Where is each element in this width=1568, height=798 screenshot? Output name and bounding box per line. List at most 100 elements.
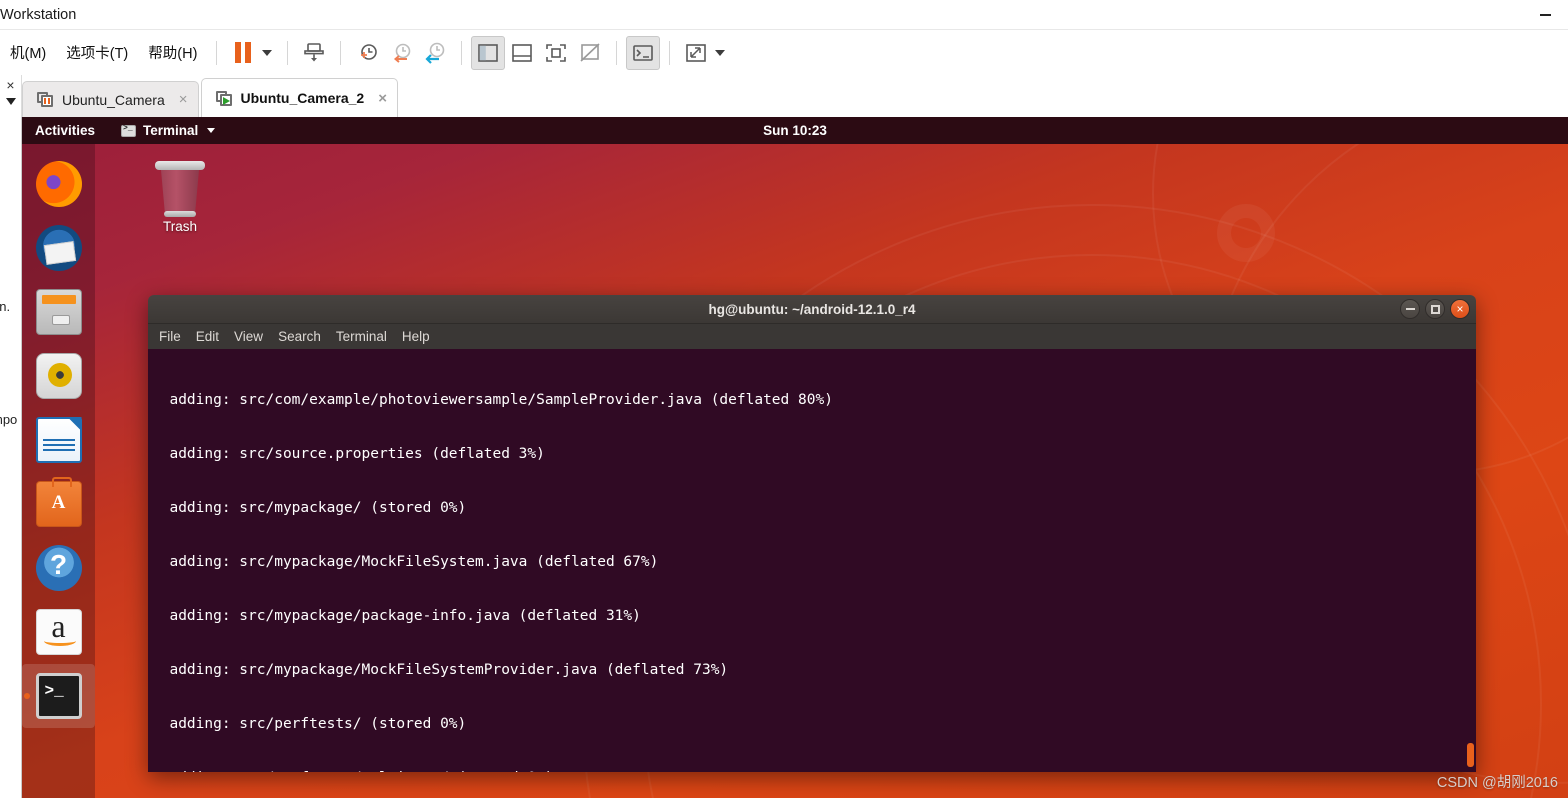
- show-library-button[interactable]: [471, 35, 506, 70]
- background-text-fragment: mpo: [0, 412, 18, 427]
- close-icon[interactable]: ×: [378, 90, 387, 107]
- dock-item-amazon[interactable]: [22, 600, 95, 664]
- vm-tab-ubuntu-camera[interactable]: Ubuntu_Camera ×: [22, 81, 199, 117]
- chevron-down-icon[interactable]: [715, 49, 726, 56]
- vmware-window-controls: [1522, 0, 1568, 29]
- terminal-titlebar[interactable]: hg@ubuntu: ~/android-12.1.0_r4 ×: [148, 295, 1476, 324]
- clock-wrench-icon: [425, 42, 445, 64]
- close-icon[interactable]: ×: [179, 91, 188, 108]
- vm-tab-label: Ubuntu_Camera_2: [240, 90, 365, 106]
- chevron-down-icon[interactable]: [262, 49, 273, 56]
- fullscreen-button[interactable]: [539, 36, 573, 70]
- vmware-window-title: Workstation: [0, 6, 77, 23]
- terminal-menu-file[interactable]: File: [159, 329, 181, 344]
- menu-tabs[interactable]: 选项卡(T): [56, 38, 138, 67]
- terminal-line: adding: src/mypackage/ (stored 0%): [152, 500, 467, 516]
- ubuntu-clock[interactable]: Sun 10:23: [22, 123, 1568, 138]
- console-prompt-icon: [633, 44, 654, 61]
- terminal-window: hg@ubuntu: ~/android-12.1.0_r4 × File Ed…: [148, 295, 1476, 772]
- terminal-line: adding: src/source.properties (deflated …: [152, 446, 545, 462]
- dock-item-rhythmbox[interactable]: [22, 344, 95, 408]
- console-view-button[interactable]: [626, 35, 661, 70]
- ubuntu-desktop: Trash A ? a >_ hg@ubuntu: ~/android-12.1…: [22, 144, 1568, 798]
- expand-diagonal-icon: [686, 43, 707, 62]
- terminal-line: adding: src/perftests/multiuser/ (stored…: [152, 769, 1476, 772]
- terminal-line: adding: src/perftests/ (stored 0%): [152, 716, 467, 732]
- vm-suspended-icon: [37, 92, 54, 107]
- terminal-scrollbar[interactable]: [1467, 351, 1474, 770]
- terminal-menu-edit[interactable]: Edit: [196, 329, 219, 344]
- toolbar-divider: [287, 40, 289, 65]
- terminal-icon: [35, 673, 82, 719]
- show-thumbnail-bar-button[interactable]: [505, 36, 539, 70]
- stretch-guest-button[interactable]: [679, 36, 713, 70]
- bottom-panel-icon: [512, 43, 533, 62]
- snapshot-button[interactable]: [297, 36, 331, 70]
- ubuntu-top-bar: Activities Terminal Sun 10:23: [22, 117, 1568, 144]
- suspend-button[interactable]: [226, 36, 260, 70]
- desktop-icon-trash[interactable]: Trash: [132, 161, 228, 234]
- close-button[interactable]: ×: [1450, 299, 1470, 319]
- terminal-window-title: hg@ubuntu: ~/android-12.1.0_r4: [708, 301, 916, 317]
- vm-tab-ubuntu-camera-2[interactable]: Ubuntu_Camera_2 ×: [200, 78, 398, 117]
- snapshot-icon: [304, 42, 325, 61]
- maximize-button[interactable]: [1425, 299, 1445, 319]
- firefox-icon: [35, 161, 82, 207]
- dock-item-help[interactable]: [22, 536, 95, 600]
- vmware-minimize-button[interactable]: [1522, 0, 1568, 29]
- menu-machine[interactable]: 机(M): [0, 38, 56, 67]
- terminal-menu-view[interactable]: View: [234, 329, 263, 344]
- take-snapshot-button[interactable]: [350, 36, 384, 70]
- terminal-line: adding: src/mypackage/MockFileSystem.jav…: [152, 554, 659, 570]
- dock-item-firefox[interactable]: [22, 152, 95, 216]
- system-status-menu[interactable]: [1544, 121, 1562, 139]
- menu-help[interactable]: 帮助(H): [138, 38, 207, 67]
- files-icon: [35, 289, 82, 335]
- pause-icon: [235, 42, 252, 63]
- terminal-menubar: File Edit View Search Terminal Help: [148, 324, 1476, 349]
- unity-mode-button[interactable]: [573, 36, 607, 70]
- minimize-button[interactable]: [1400, 299, 1420, 319]
- vmware-titlebar: Workstation: [0, 0, 1568, 29]
- clock-back-icon: [394, 43, 411, 63]
- terminal-scrollbar-thumb[interactable]: [1467, 743, 1474, 767]
- background-text-fragment: on.: [0, 299, 11, 314]
- desktop-icon-label: Trash: [162, 219, 197, 234]
- terminal-menu-terminal[interactable]: Terminal: [336, 329, 387, 344]
- thunderbird-icon: [35, 225, 82, 271]
- clock-plus-icon: [361, 43, 378, 60]
- terminal-output[interactable]: adding: src/com/example/photoviewersampl…: [148, 349, 1476, 772]
- amazon-icon: [35, 608, 82, 655]
- dock-item-files[interactable]: [22, 280, 95, 344]
- terminal-window-buttons: ×: [1400, 299, 1470, 319]
- snapshot-manager-button[interactable]: [418, 36, 452, 70]
- toolbar-divider: [669, 40, 671, 65]
- rhythmbox-icon: [35, 353, 82, 399]
- sidebar-panel-icon: [478, 43, 499, 62]
- toolbar-divider: [616, 40, 618, 65]
- screenshot-root: Workstation 机(M) 选项卡(T) 帮助(H) × Ubuntu_C…: [0, 0, 1568, 798]
- ubuntu-software-icon: [35, 477, 82, 527]
- watermark: CSDN @胡刚2016: [1436, 775, 1558, 791]
- libreoffice-writer-icon: [35, 417, 82, 463]
- revert-snapshot-button[interactable]: [384, 36, 418, 70]
- terminal-menu-search[interactable]: Search: [278, 329, 321, 344]
- chevron-down-icon[interactable]: [5, 98, 16, 105]
- vmware-menubar: 机(M) 选项卡(T) 帮助(H): [0, 29, 1568, 75]
- close-icon[interactable]: ×: [6, 77, 14, 93]
- terminal-line: adding: src/mypackage/package-info.java …: [152, 608, 641, 624]
- vmware-tabstrip: × Ubuntu_Camera × Ubuntu_Camera_2 ×: [0, 75, 1568, 117]
- tabstrip-controls: ×: [0, 75, 22, 117]
- terminal-menu-help[interactable]: Help: [402, 329, 430, 344]
- dock-item-thunderbird[interactable]: [22, 216, 95, 280]
- toolbar-divider: [461, 40, 463, 65]
- dock-item-software[interactable]: [22, 472, 95, 536]
- dock-item-writer[interactable]: [22, 408, 95, 472]
- trash-icon: [155, 161, 205, 217]
- dock-item-terminal[interactable]: [22, 664, 95, 728]
- terminal-line: adding: src/mypackage/MockFileSystemProv…: [152, 662, 729, 678]
- toolbar-divider: [216, 40, 218, 65]
- fullscreen-brackets-icon: [546, 43, 567, 62]
- ubuntu-dock: [22, 144, 95, 798]
- toolbar-divider: [340, 40, 342, 65]
